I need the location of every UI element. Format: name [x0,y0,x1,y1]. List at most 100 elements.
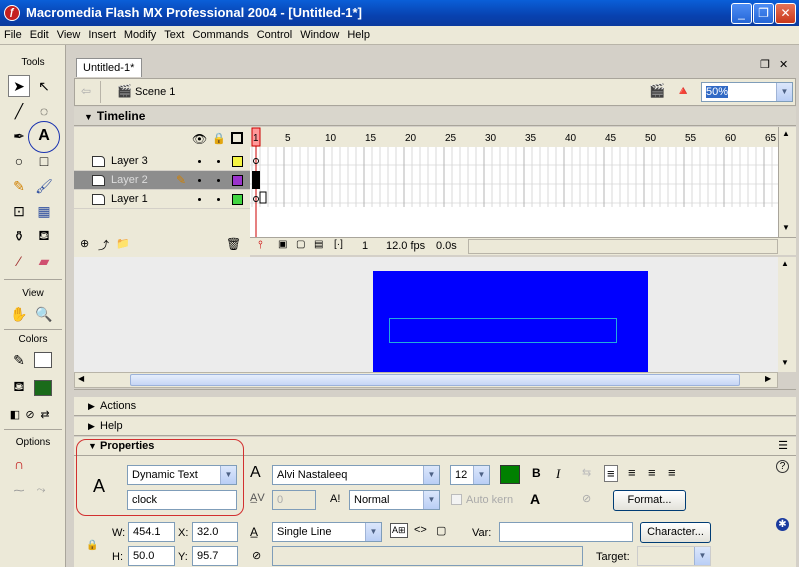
subselect-tool-icon[interactable]: ↖ [33,75,55,97]
lasso-tool-icon[interactable]: ◌ [33,100,55,122]
ink-bottle-tool-icon[interactable]: ⚱ [8,225,30,247]
stroke-color-icon[interactable]: ✎ [8,349,30,371]
text-color-swatch[interactable] [500,465,520,484]
line-type-select[interactable]: Single Line ▼ [272,522,382,542]
accessibility-icon[interactable]: ✱ [776,518,789,531]
font-size-select[interactable]: 12 ▼ [450,465,490,485]
fill-transform-tool-icon[interactable]: ▦ [33,200,55,222]
y-field[interactable]: 95.7 [192,546,238,566]
edit-scene-icon[interactable]: 🎬 [649,83,665,99]
bold-button[interactable]: B [532,466,541,480]
stage-vertical-scrollbar[interactable]: ▲ ▼ [778,257,796,372]
layer-row-3[interactable]: Layer 3 [74,152,250,171]
document-tab[interactable]: Untitled-1* [76,58,142,77]
hand-tool-icon[interactable]: ✋ [8,303,30,325]
pencil-tool-icon[interactable]: ✎ [8,175,30,197]
paint-bucket-tool-icon[interactable]: ⛾ [33,225,55,247]
timeline-vertical-scrollbar[interactable]: ▲ ▼ [778,127,796,237]
menu-commands[interactable]: Commands [188,26,252,44]
var-field[interactable] [499,522,633,542]
brush-tool-icon[interactable]: 🖌 [33,175,55,197]
fill-color-swatch[interactable] [34,380,52,396]
height-field[interactable]: 50.0 [128,546,175,566]
minimize-button[interactable]: _ [731,3,752,24]
arrow-tool-icon[interactable]: ➤ [8,75,30,97]
menu-text[interactable]: Text [160,26,188,44]
insert-layer-icon[interactable]: ⊕ [80,237,89,250]
dynamic-text-field[interactable] [389,318,617,343]
smooth-option-icon[interactable]: ⁓ [8,479,30,501]
menu-help[interactable]: Help [343,26,374,44]
maximize-button[interactable]: ❐ [753,3,774,24]
close-window-button[interactable]: ✕ [775,3,796,24]
zoom-tool-icon[interactable]: 🔍 [33,303,55,325]
restore-doc-button[interactable]: ❐ [760,58,770,71]
x-field[interactable]: 32.0 [192,522,238,542]
timeline-header[interactable]: ▼ Timeline [74,107,796,126]
menu-edit[interactable]: Edit [26,26,53,44]
border-icon[interactable]: ▢ [436,524,446,537]
menu-modify[interactable]: Modify [120,26,160,44]
italic-button[interactable]: I [556,466,560,482]
lock-icon[interactable]: 🔒 [86,540,98,551]
font-select[interactable]: Alvi Nastaleeq ▼ [272,465,440,485]
line-tool-icon[interactable]: ╱ [8,100,30,122]
scroll-thumb[interactable] [130,374,740,386]
close-doc-button[interactable]: ✕ [779,58,788,71]
free-transform-tool-icon[interactable]: ⊡ [8,200,30,222]
fill-color-icon[interactable]: ⛾ [8,376,30,398]
add-motion-guide-icon[interactable]: ⤴ [98,237,109,253]
playhead-center-icon[interactable]: ⫯ [258,239,263,252]
scene-label[interactable]: Scene 1 [135,86,175,98]
oval-tool-icon[interactable]: ○ [8,150,30,172]
timeline-horizontal-scrollbar[interactable] [468,239,778,254]
menu-file[interactable]: File [0,26,26,44]
edit-symbols-icon[interactable]: 🔺 [675,83,691,99]
stroke-color-swatch[interactable] [34,352,52,368]
pen-tool-icon[interactable]: ✒ [8,125,30,147]
rectangle-tool-icon[interactable]: □ [33,150,55,172]
outline-icon[interactable] [231,132,243,144]
eye-icon[interactable]: 👁 [192,132,207,146]
baseline-select[interactable]: Normal ▼ [349,490,440,510]
actions-panel-header[interactable]: ▶ Actions [74,397,796,416]
panel-splitter[interactable] [74,389,796,396]
insert-folder-icon[interactable]: 📁 [116,237,130,250]
align-right-icon[interactable]: ≡ [648,465,656,480]
onion-outline-icon[interactable]: ▢ [296,239,305,250]
panel-options-icon[interactable]: ☰ [778,437,788,456]
menu-window[interactable]: Window [296,26,343,44]
menu-view[interactable]: View [53,26,85,44]
align-center-icon[interactable]: ≡ [628,465,636,480]
render-html-icon[interactable]: <> [414,524,427,536]
zoom-select[interactable]: 50% ▼ [701,82,793,102]
edit-multiple-frames-icon[interactable]: ▤ [314,239,323,250]
layer-row-1[interactable]: Layer 1 [74,190,250,209]
layer-row-2[interactable]: Layer 2 ✎ [74,171,250,190]
straighten-option-icon[interactable]: ⤳ [30,479,52,501]
onion-skin-icon[interactable]: ▣ [278,239,287,250]
aliasing-icon[interactable]: A [530,491,540,507]
width-field[interactable]: 454.1 [128,522,175,542]
align-left-icon[interactable]: ≡ [604,465,618,482]
selectable-icon[interactable]: A⊞ [390,523,408,538]
character-button[interactable]: Character... [640,522,711,543]
back-arrow-icon[interactable]: ⇦ [81,84,91,98]
trash-icon[interactable]: 🗑 [226,237,241,251]
format-button[interactable]: Format... [613,490,686,511]
auto-kern-checkbox[interactable] [451,494,462,505]
eraser-tool-icon[interactable]: ▰ [33,250,55,272]
help-icon[interactable]: ? [776,460,789,473]
help-panel-header[interactable]: ▶ Help [74,417,796,436]
swap-colors-icon[interactable]: ⇄ [34,403,56,425]
menu-insert[interactable]: Insert [84,26,120,44]
snap-magnet-icon[interactable]: ∩ [8,453,30,475]
lock-icon[interactable]: 🔒 [212,132,226,145]
justify-icon[interactable]: ≡ [668,465,676,480]
eyedropper-tool-icon[interactable]: ⁄ [8,250,30,272]
menu-control[interactable]: Control [253,26,296,44]
stage-horizontal-scrollbar[interactable]: ◀ ▶ [74,372,778,388]
tools-panel: Tools ➤ ↖ ╱ ◌ ✒ A ○ □ ✎ 🖌 ⊡ ▦ ⚱ ⛾ ⁄ ▰ Vi… [0,45,66,567]
modify-markers-icon[interactable]: [·] [334,239,343,250]
letter-spacing-field: 0 [272,490,316,510]
